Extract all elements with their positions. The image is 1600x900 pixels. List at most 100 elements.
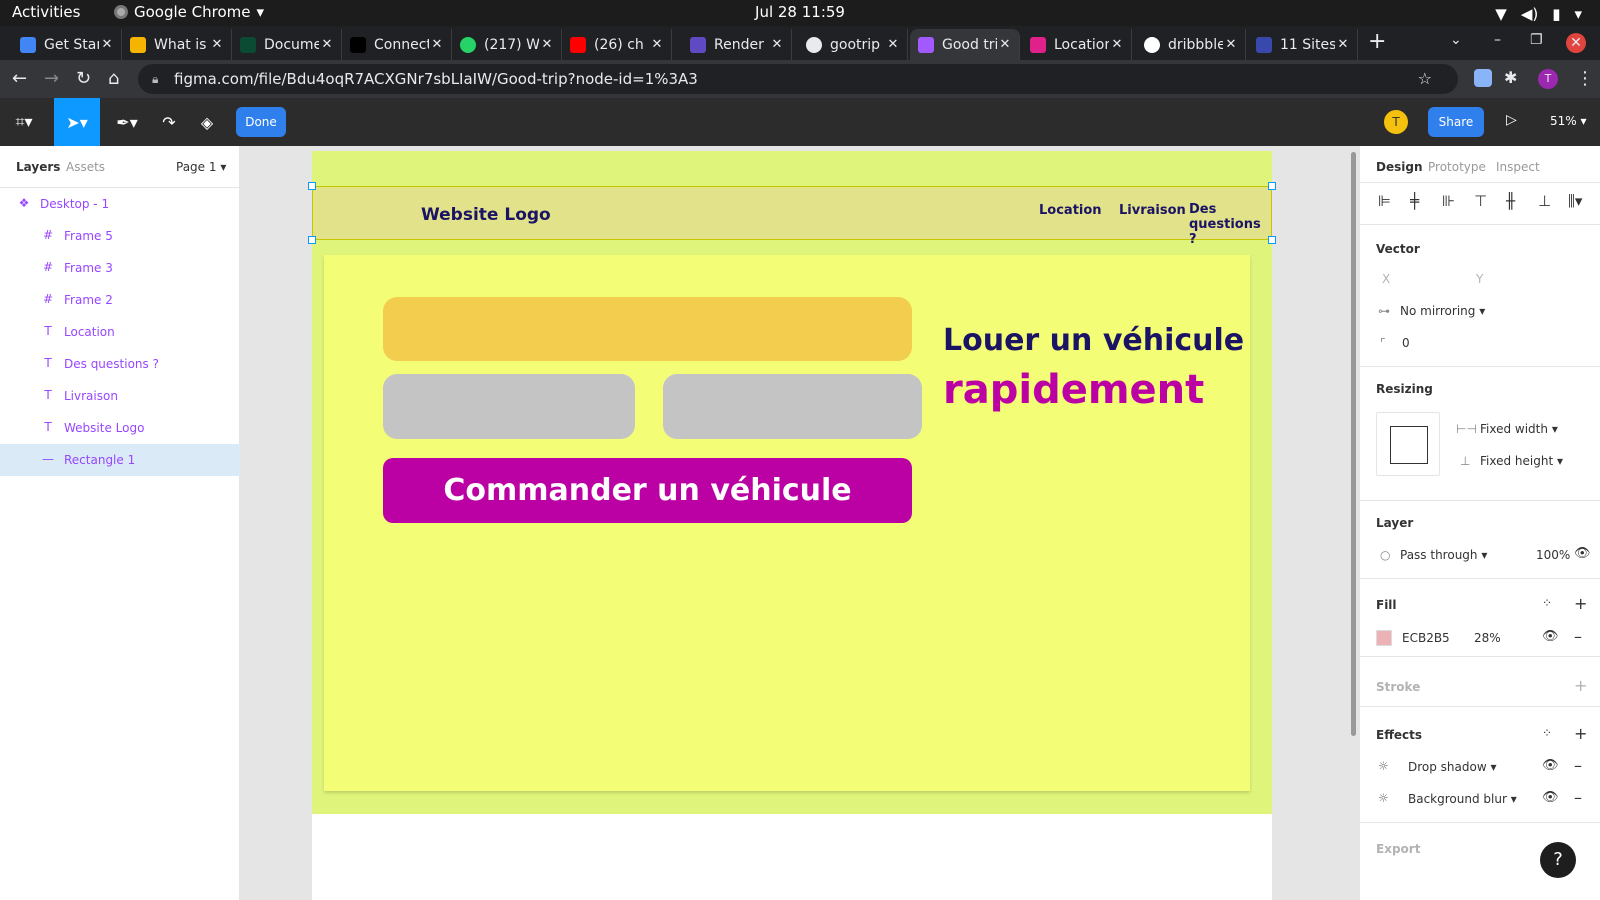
- minimize-icon[interactable]: –: [1494, 32, 1501, 48]
- close-icon[interactable]: ✕: [99, 37, 115, 52]
- close-icon[interactable]: ✕: [1109, 37, 1125, 52]
- app-menu[interactable]: Google Chrome ▾: [114, 3, 264, 21]
- present-icon[interactable]: ▷: [1506, 112, 1517, 128]
- tab[interactable]: Documentation✕: [232, 29, 342, 60]
- pen-tool-icon[interactable]: ✒▾: [104, 98, 150, 146]
- canvas-scrollbar[interactable]: [1351, 152, 1356, 736]
- maximize-icon[interactable]: ❐: [1530, 32, 1543, 48]
- zoom-dropdown[interactable]: 51% ▾: [1550, 114, 1587, 128]
- system-tray[interactable]: ▼ ◀) ▮ ▾: [1495, 5, 1582, 23]
- profile-avatar[interactable]: T: [1538, 69, 1558, 89]
- selection-handle[interactable]: [308, 236, 316, 244]
- selection-handle[interactable]: [1268, 236, 1276, 244]
- move-tool-icon[interactable]: ➤▾: [54, 98, 100, 146]
- home-icon[interactable]: ⌂: [108, 68, 119, 89]
- close-icon[interactable]: ✕: [997, 37, 1013, 52]
- forward-icon[interactable]: →: [44, 68, 59, 89]
- desktop-frame[interactable]: Website Logo Location Livraison Des ques…: [308, 151, 1276, 814]
- navbar-rectangle[interactable]: Website Logo Location Livraison Des ques…: [312, 186, 1272, 247]
- tab[interactable]: 11 Sites ✕: [1248, 29, 1358, 60]
- styles-icon[interactable]: ⁘: [1542, 726, 1552, 740]
- blend-mode-dropdown[interactable]: Pass through ▾: [1400, 548, 1487, 562]
- align-middle-icon[interactable]: ╫: [1506, 192, 1515, 210]
- close-window-icon[interactable]: ✕: [1566, 33, 1586, 53]
- tab[interactable]: (217) WhatsApp✕: [452, 29, 562, 60]
- puzzle-icon[interactable]: ✱: [1504, 68, 1517, 87]
- page-selector[interactable]: Page 1 ▾: [176, 160, 226, 174]
- close-icon[interactable]: ✕: [539, 37, 555, 52]
- share-button[interactable]: Share: [1428, 107, 1484, 137]
- tab[interactable]: Get Started✕: [12, 29, 122, 60]
- tab-design[interactable]: Design: [1376, 160, 1423, 174]
- website-logo[interactable]: Website Logo: [421, 205, 551, 225]
- figma-menu-icon[interactable]: ⌗▾: [0, 98, 48, 146]
- nav-link-livraison[interactable]: Livraison: [1119, 203, 1186, 218]
- hero-card[interactable]: Commander un véhicule Louer un véhicule …: [324, 255, 1250, 791]
- activities-button[interactable]: Activities: [12, 3, 80, 21]
- drop-shadow-dropdown[interactable]: Drop shadow ▾: [1408, 760, 1497, 774]
- close-icon[interactable]: ✕: [1335, 37, 1351, 52]
- layer-desktop-1[interactable]: ❖ Desktop - 1: [0, 188, 240, 220]
- tab[interactable]: Connect ✕: [342, 29, 452, 60]
- tab-assets[interactable]: Assets: [66, 160, 105, 174]
- close-icon[interactable]: ✕: [1223, 37, 1239, 52]
- location-input[interactable]: [383, 297, 912, 361]
- user-avatar[interactable]: T: [1384, 110, 1408, 134]
- layer-des-questions[interactable]: T Des questions ?: [0, 348, 240, 380]
- close-icon[interactable]: ✕: [649, 37, 665, 52]
- help-button[interactable]: ?: [1540, 842, 1576, 878]
- tab-search-icon[interactable]: ⌄: [1450, 32, 1462, 48]
- url-field[interactable]: 🔒︎ figma.com/file/Bdu4oqR7ACXGNr7sbLIaIW…: [138, 64, 1458, 94]
- close-icon[interactable]: ✕: [429, 37, 445, 52]
- styles-icon[interactable]: ⁘: [1542, 596, 1552, 610]
- align-left-icon[interactable]: ⊫: [1378, 192, 1391, 210]
- align-top-icon[interactable]: ⊤: [1474, 192, 1487, 210]
- fill-opacity-field[interactable]: 28%: [1474, 631, 1501, 645]
- effect-settings-icon[interactable]: ☼: [1378, 791, 1389, 805]
- figma-canvas[interactable]: Website Logo Location Livraison Des ques…: [240, 146, 1359, 900]
- eye-icon[interactable]: 👁︎: [1542, 758, 1559, 773]
- order-vehicle-button[interactable]: Commander un véhicule: [383, 458, 912, 523]
- paint-bucket-icon[interactable]: ◈: [190, 98, 224, 146]
- bend-tool-icon[interactable]: ↷: [152, 98, 186, 146]
- selection-handle[interactable]: [1268, 182, 1276, 190]
- tab-active[interactable]: Good trip✕: [910, 29, 1020, 60]
- add-stroke-icon[interactable]: +: [1574, 676, 1587, 695]
- done-button[interactable]: Done: [236, 107, 286, 137]
- layer-frame-2[interactable]: # Frame 2: [0, 284, 240, 316]
- tab-inspect[interactable]: Inspect: [1496, 160, 1540, 174]
- distribute-icon[interactable]: ⫼▾: [1568, 192, 1582, 210]
- kebab-menu-icon[interactable]: ⋮: [1576, 68, 1594, 89]
- eye-icon[interactable]: 👁︎: [1542, 790, 1559, 805]
- tab[interactable]: Location ✕: [1022, 29, 1132, 60]
- align-bottom-icon[interactable]: ⊥: [1538, 192, 1551, 210]
- corner-radius-field[interactable]: 0: [1402, 336, 1410, 350]
- constraint-box[interactable]: [1376, 412, 1440, 476]
- mirroring-dropdown[interactable]: No mirroring ▾: [1400, 304, 1485, 318]
- opacity-field[interactable]: 100%: [1536, 548, 1570, 562]
- eye-icon[interactable]: 👁︎: [1574, 546, 1591, 561]
- layer-frame-5[interactable]: # Frame 5: [0, 220, 240, 252]
- fill-swatch[interactable]: [1376, 630, 1392, 646]
- tab-layers[interactable]: Layers: [16, 160, 60, 174]
- align-right-icon[interactable]: ⊪: [1442, 192, 1455, 210]
- fill-hex-field[interactable]: ECB2B5: [1402, 631, 1450, 645]
- effect-settings-icon[interactable]: ☼: [1378, 759, 1389, 773]
- close-icon[interactable]: ✕: [319, 37, 335, 52]
- y-field[interactable]: Y: [1476, 272, 1483, 286]
- tab-prototype[interactable]: Prototype: [1428, 160, 1486, 174]
- tab[interactable]: dribbble ✕: [1136, 29, 1246, 60]
- remove-effect-icon[interactable]: –: [1574, 756, 1582, 775]
- layer-location[interactable]: T Location: [0, 316, 240, 348]
- close-icon[interactable]: ✕: [769, 37, 785, 52]
- layer-rectangle-1[interactable]: — Rectangle 1: [0, 444, 240, 476]
- star-icon[interactable]: ☆: [1418, 64, 1432, 94]
- x-field[interactable]: X: [1382, 272, 1390, 286]
- layer-frame-3[interactable]: # Frame 3: [0, 252, 240, 284]
- tab[interactable]: What is ✕: [122, 29, 232, 60]
- extension-icon[interactable]: [1474, 69, 1492, 87]
- layer-livraison[interactable]: T Livraison: [0, 380, 240, 412]
- back-icon[interactable]: ←: [12, 68, 27, 89]
- nav-link-questions[interactable]: Des questions ?: [1189, 202, 1271, 247]
- fixed-width-dropdown[interactable]: Fixed width ▾: [1480, 422, 1558, 436]
